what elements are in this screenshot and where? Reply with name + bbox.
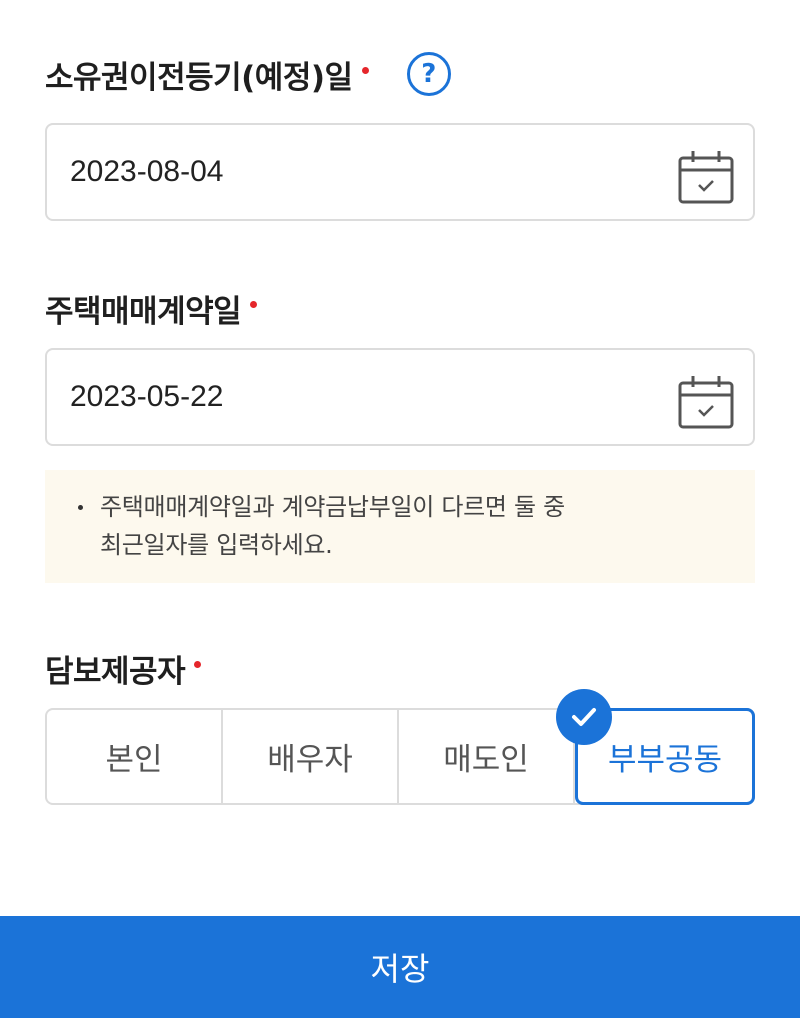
collateral-provider-selector: 본인 배우자 매도인 부부공동 bbox=[45, 708, 755, 805]
notice-text: 주택매매계약일과 계약금납부일이 다르면 둘 중 최근일자를 입력하세요. bbox=[100, 493, 565, 559]
save-button[interactable]: 저장 bbox=[0, 916, 800, 1018]
option-seller[interactable]: 매도인 bbox=[399, 710, 575, 803]
transfer-date-label-row: 소유권이전등기(예정)일 ? bbox=[45, 48, 451, 100]
loan-form-page: 소유권이전등기(예정)일 ? 2023-08-04 주택매매계약일 2023-0… bbox=[0, 0, 800, 1018]
contract-date-label: 주택매매계약일 bbox=[45, 293, 242, 330]
contract-date-field[interactable]: 2023-05-22 bbox=[45, 348, 755, 446]
required-dot bbox=[250, 300, 258, 308]
required-dot bbox=[361, 66, 369, 74]
required-dot bbox=[194, 660, 202, 668]
calendar-icon[interactable] bbox=[677, 148, 735, 206]
transfer-date-value: 2023-08-04 bbox=[70, 155, 224, 188]
contract-date-value: 2023-05-22 bbox=[70, 380, 224, 413]
collateral-provider-label: 담보제공자 bbox=[45, 653, 186, 690]
bullet-icon bbox=[78, 505, 83, 510]
transfer-date-field[interactable]: 2023-08-04 bbox=[45, 123, 755, 221]
contract-date-label-row: 주택매매계약일 bbox=[45, 283, 258, 333]
notice-box: 주택매매계약일과 계약금납부일이 다르면 둘 중 최근일자를 입력하세요. bbox=[45, 470, 755, 583]
transfer-date-label: 소유권이전등기(예정)일 bbox=[45, 59, 353, 96]
check-icon bbox=[556, 689, 612, 745]
option-self[interactable]: 본인 bbox=[47, 710, 223, 803]
calendar-icon[interactable] bbox=[677, 373, 735, 431]
option-spouse[interactable]: 배우자 bbox=[223, 710, 399, 803]
collateral-provider-label-row: 담보제공자 bbox=[45, 643, 202, 693]
question-icon[interactable]: ? bbox=[406, 52, 451, 96]
